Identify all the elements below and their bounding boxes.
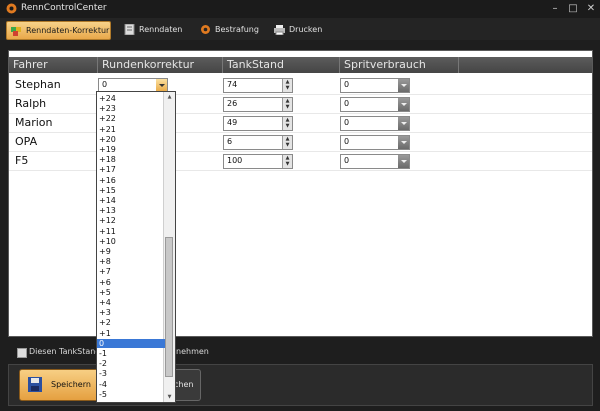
dropdown-option[interactable]: +22 [97, 114, 165, 123]
spritverbrauch-combo[interactable]: 0 [340, 78, 410, 93]
column-header[interactable]: Rundenkorrektur [98, 57, 223, 73]
dropdown-option[interactable]: +19 [97, 145, 165, 154]
chevron-down-icon[interactable] [398, 98, 409, 111]
spritverbrauch-combo[interactable]: 0 [340, 97, 410, 112]
dropdown-option[interactable]: +17 [97, 165, 165, 174]
title-bar: RennControlCenter – □ ✕ [0, 0, 600, 18]
fahrer-name: Marion [15, 116, 53, 129]
chevron-down-icon[interactable] [398, 155, 409, 168]
toolbar: Renndaten-Korrektur Renndaten Bestrafung… [0, 18, 600, 40]
rundenkorrektur-dropdown-list[interactable]: ▲ ▼ +24 +23 +22 +21 +20 +19 +18 +17 +16 +15 +14 +13… [96, 91, 176, 403]
maximize-icon[interactable]: □ [566, 2, 580, 16]
dropdown-option[interactable]: +20 [97, 135, 165, 144]
dropdown-option[interactable]: +15 [97, 186, 165, 195]
scrollbar-thumb[interactable] [165, 237, 173, 377]
spin-arrows-icon[interactable]: ▲ ▼ [282, 136, 292, 149]
spin-arrows-icon[interactable]: ▲ ▼ [282, 155, 292, 168]
chevron-down-icon[interactable] [398, 117, 409, 130]
tankstand-checkbox[interactable] [17, 348, 27, 358]
checkbox-label-end: nehmen [176, 347, 209, 356]
spin-arrows-icon[interactable]: ▲ ▼ [282, 117, 292, 130]
dropdown-option[interactable]: +4 [97, 298, 165, 307]
dropdown-option[interactable]: -1 [97, 349, 165, 358]
dropdown-option[interactable]: +7 [97, 267, 165, 276]
tankstand-stepper[interactable]: 100 ▲ ▼ [223, 154, 293, 169]
dropdown-option[interactable]: +24 [97, 94, 165, 103]
column-header[interactable]: Spritverbrauch [340, 57, 459, 73]
dropdown-option[interactable]: +18 [97, 155, 165, 164]
fahrer-name: Ralph [15, 97, 47, 110]
printer-icon [274, 25, 285, 35]
spritverbrauch-combo[interactable]: 0 [340, 135, 410, 150]
tankstand-stepper[interactable]: 26 ▲ ▼ [223, 97, 293, 112]
gear-icon [201, 25, 210, 34]
dropdown-option[interactable]: -3 [97, 369, 165, 378]
dropdown-option[interactable]: -2 [97, 359, 165, 368]
grid-header: Fahrer Rundenkorrektur TankStand Spritve… [9, 57, 592, 73]
fahrer-name: OPA [15, 135, 38, 148]
app-logo-icon [6, 3, 17, 14]
dropdown-option[interactable]: +21 [97, 125, 165, 134]
close-icon[interactable]: ✕ [584, 2, 598, 16]
dropdown-option[interactable]: +6 [97, 278, 165, 287]
tab-drucken[interactable]: Drucken [270, 21, 330, 38]
dropdown-option[interactable]: +1 [97, 329, 165, 338]
tankstand-stepper[interactable]: 74 ▲ ▼ [223, 78, 293, 93]
dropdown-option[interactable]: -4 [97, 380, 165, 389]
spritverbrauch-combo[interactable]: 0 [340, 154, 410, 169]
column-header[interactable]: Fahrer [9, 57, 98, 73]
spin-arrows-icon[interactable]: ▲ ▼ [282, 98, 292, 111]
dropdown-option[interactable]: +23 [97, 104, 165, 113]
spin-arrows-icon[interactable]: ▲ ▼ [282, 79, 292, 92]
dropdown-option[interactable]: -5 [97, 390, 165, 399]
tab-renndaten[interactable]: Renndaten [120, 21, 190, 38]
dropdown-option[interactable]: +14 [97, 196, 165, 205]
dropdown-option[interactable]: +16 [97, 176, 165, 185]
dropdown-option[interactable]: +3 [97, 308, 165, 317]
chevron-down-icon[interactable] [398, 79, 409, 92]
tankstand-stepper[interactable]: 49 ▲ ▼ [223, 116, 293, 131]
fahrer-name: Stephan [15, 78, 61, 91]
dropdown-option[interactable]: +13 [97, 206, 165, 215]
dropdown-option[interactable]: 0 [97, 338, 165, 348]
checkbox-label: Diesen TankStand [29, 347, 101, 356]
dropdown-option[interactable]: +5 [97, 288, 165, 297]
minimize-icon[interactable]: – [548, 2, 562, 16]
chevron-down-icon[interactable] [398, 136, 409, 149]
dropdown-option[interactable]: +12 [97, 216, 165, 225]
tab-renndaten-korrektur[interactable]: Renndaten-Korrektur [6, 21, 111, 40]
window-title: RennControlCenter [21, 3, 107, 13]
dropdown-option[interactable]: +8 [97, 257, 165, 266]
tab-bestrafung[interactable]: Bestrafung [196, 21, 262, 38]
save-button[interactable]: Speichern [19, 369, 99, 401]
fahrer-name: F5 [15, 154, 29, 167]
document-icon [124, 24, 135, 35]
floppy-disk-icon [28, 377, 42, 392]
dropdown-option[interactable]: +2 [97, 318, 165, 327]
scroll-down-icon[interactable]: ▼ [164, 392, 175, 402]
scroll-up-icon[interactable]: ▲ [164, 92, 175, 102]
puzzle-icon [11, 27, 21, 36]
dropdown-option[interactable]: +9 [97, 247, 165, 256]
spritverbrauch-combo[interactable]: 0 [340, 116, 410, 131]
column-header[interactable]: TankStand [223, 57, 340, 73]
tankstand-stepper[interactable]: 6 ▲ ▼ [223, 135, 293, 150]
dropdown-option[interactable]: +10 [97, 237, 165, 246]
dropdown-option[interactable]: +11 [97, 227, 165, 236]
